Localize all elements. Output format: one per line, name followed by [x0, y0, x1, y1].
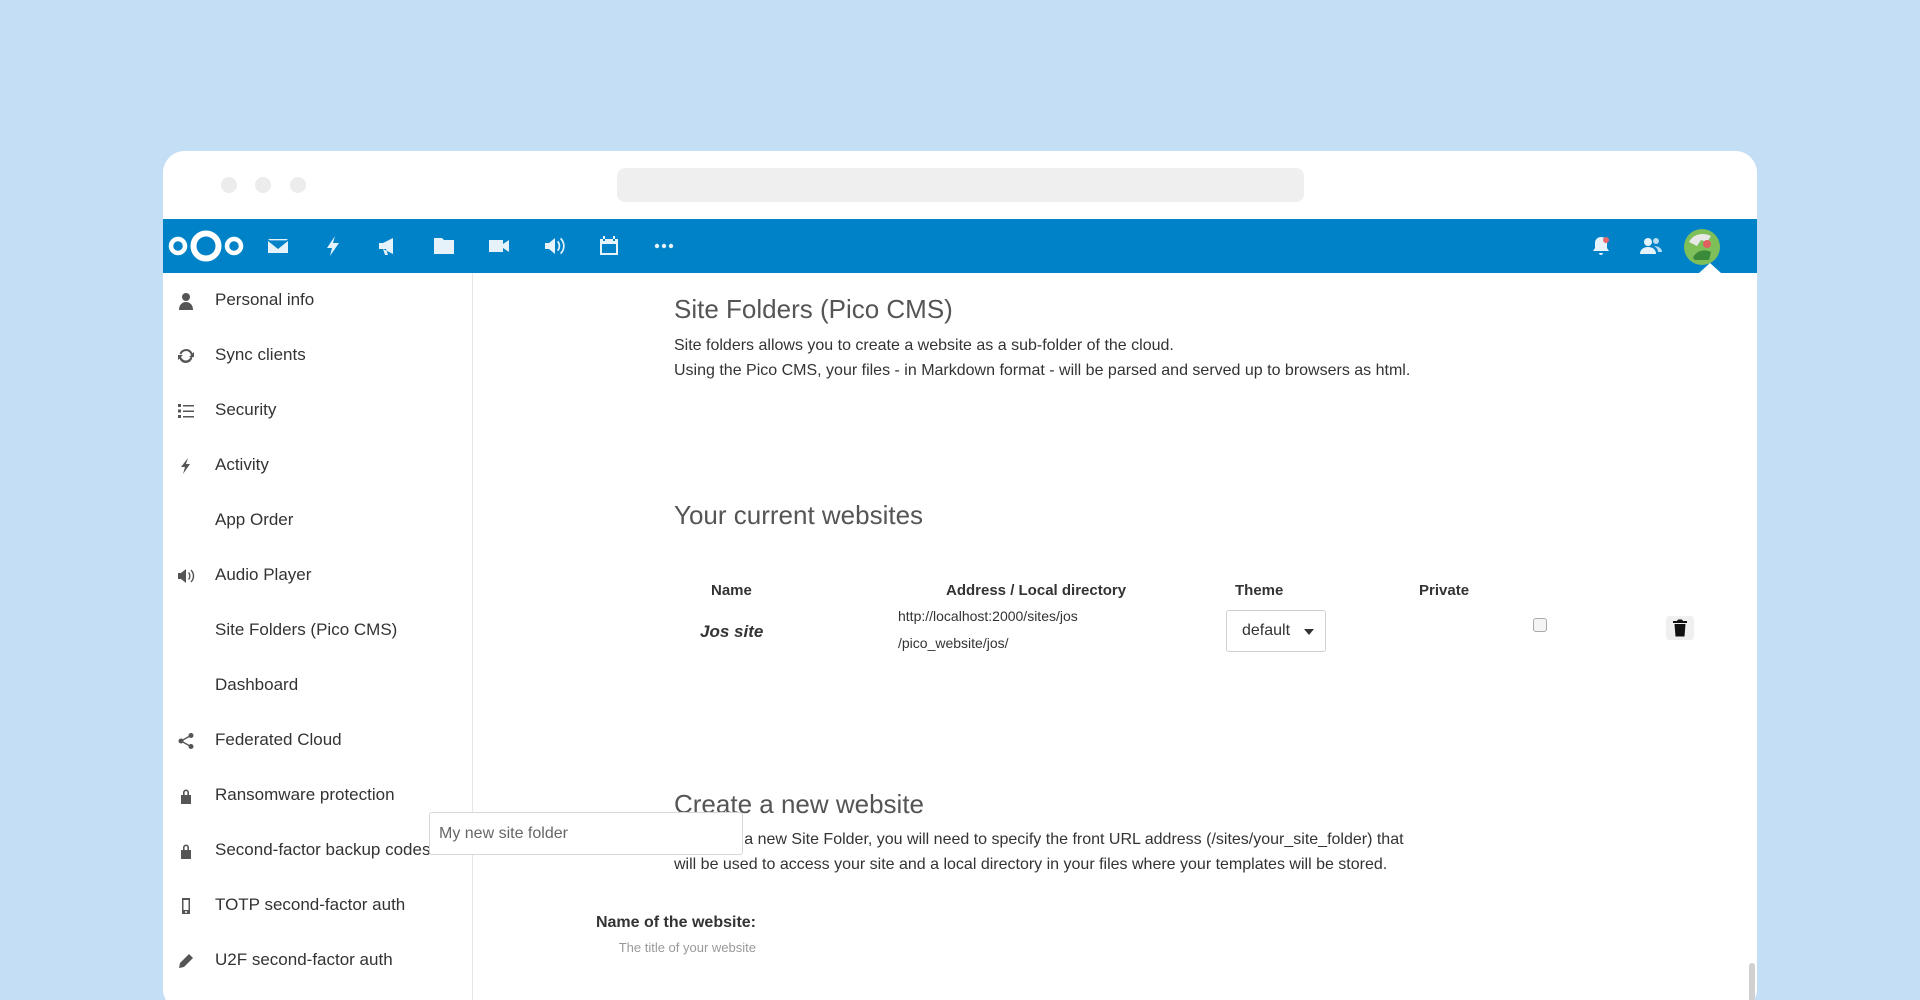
- intro-text-line-1: Site folders allows you to create a webs…: [674, 337, 1174, 354]
- private-checkbox[interactable]: [1533, 618, 1547, 632]
- lock-icon: [177, 842, 195, 860]
- sidebar-item-u2f-second-factor-auth[interactable]: U2F second-factor auth: [163, 933, 472, 988]
- sidebar-item-federated-cloud[interactable]: Federated Cloud: [163, 713, 472, 768]
- lightning-icon: [177, 457, 195, 475]
- section-title-current-websites: Your current websites: [674, 500, 924, 530]
- sidebar-item-label: App Order: [215, 510, 294, 529]
- sidebar-item-label: U2F second-factor auth: [215, 950, 393, 969]
- sidebar-item-personal-info[interactable]: Personal info: [163, 273, 472, 328]
- theme-select[interactable]: default: [1226, 610, 1326, 652]
- column-header-address: Address / Local directory: [946, 582, 1127, 599]
- sidebar-item-audio-player[interactable]: Audio Player: [163, 548, 472, 603]
- site-name[interactable]: Jos site: [700, 622, 763, 642]
- sidebar-item-security[interactable]: Security: [163, 383, 472, 438]
- sidebar-item-label: Second-factor backup codes: [215, 840, 431, 859]
- speaker-icon[interactable]: [541, 233, 567, 259]
- avatar[interactable]: [1683, 228, 1721, 266]
- main-content: Site Folders (Pico CMS) Site folders all…: [429, 273, 1757, 1000]
- folder-icon[interactable]: [431, 233, 457, 259]
- create-text-line-1: To create a new Site Folder, you will ne…: [674, 831, 1404, 848]
- delete-site-button[interactable]: [1666, 616, 1694, 640]
- sidebar-item-ransomware-protection[interactable]: Ransomware protection: [163, 768, 472, 823]
- address-bar[interactable]: [617, 168, 1304, 202]
- chevron-down-icon: [1304, 629, 1314, 635]
- bell-icon[interactable]: [1588, 233, 1614, 259]
- contacts-icon[interactable]: [1638, 233, 1664, 259]
- site-address-line-1: http://localhost:2000/sites/jos: [898, 608, 1078, 624]
- speaker-icon: [177, 567, 195, 585]
- window-maximize-dot[interactable]: [290, 177, 306, 193]
- browser-window: Personal info Sync clients Security Acti…: [163, 151, 1757, 1000]
- column-header-private: Private: [1419, 582, 1470, 599]
- phone-icon: [177, 897, 195, 915]
- more-icon[interactable]: [651, 233, 677, 259]
- sync-icon: [177, 347, 195, 365]
- window-close-dot[interactable]: [221, 177, 237, 193]
- share-icon: [177, 732, 195, 750]
- video-icon[interactable]: [486, 233, 512, 259]
- scrollbar[interactable]: [1749, 963, 1755, 1000]
- top-navigation-bar: [163, 219, 1757, 273]
- sidebar-item-label: TOTP second-factor auth: [215, 895, 406, 914]
- sidebar-item-second-factor-backup-codes[interactable]: Second-factor backup codes: [163, 823, 472, 878]
- site-address[interactable]: http://localhost:2000/sites/jos /pico_we…: [898, 603, 1078, 657]
- column-header-theme: Theme: [1235, 582, 1284, 599]
- pencil-icon: [177, 952, 195, 970]
- calendar-icon[interactable]: [596, 233, 622, 259]
- nextcloud-logo[interactable]: [167, 228, 245, 264]
- menu-pointer-caret: [1699, 263, 1721, 273]
- lock-icon: [177, 787, 195, 805]
- sidebar-item-label: Activity: [215, 455, 269, 474]
- website-name-hint: The title of your website: [618, 940, 756, 955]
- section-title-site-folders: Site Folders (Pico CMS): [674, 294, 953, 324]
- theme-select-value: default: [1242, 622, 1291, 639]
- sidebar-item-label: Site Folders (Pico CMS): [215, 620, 398, 639]
- sidebar-item-label: Federated Cloud: [215, 730, 342, 749]
- website-name-label: Name of the website:: [595, 914, 756, 931]
- website-name-input[interactable]: [429, 812, 743, 855]
- trash-icon: [1673, 619, 1687, 637]
- sidebar-item-label: Personal info: [215, 290, 315, 309]
- column-header-name: Name: [711, 582, 752, 599]
- lightning-icon[interactable]: [320, 233, 346, 259]
- browser-chrome: [163, 151, 1757, 219]
- sidebar-item-site-folders[interactable]: Site Folders (Pico CMS): [163, 603, 472, 658]
- sidebar-item-app-order[interactable]: App Order: [163, 493, 472, 548]
- site-address-line-2: /pico_website/jos/: [898, 635, 1009, 651]
- sidebar-item-label: Audio Player: [215, 565, 312, 584]
- intro-text-line-2: Using the Pico CMS, your files - in Mark…: [674, 362, 1411, 379]
- sidebar-item-dashboard[interactable]: Dashboard: [163, 658, 472, 713]
- mail-icon[interactable]: [265, 233, 291, 259]
- sidebar-item-totp-second-factor-auth[interactable]: TOTP second-factor auth: [163, 878, 472, 933]
- sidebar-item-label: Sync clients: [215, 345, 306, 364]
- megaphone-icon[interactable]: [375, 233, 401, 259]
- sidebar-item-sync-clients[interactable]: Sync clients: [163, 328, 472, 383]
- sidebar-item-activity[interactable]: Activity: [163, 438, 472, 493]
- person-icon: [177, 292, 195, 310]
- sidebar-item-label: Dashboard: [215, 675, 299, 694]
- settings-sidebar: Personal info Sync clients Security Acti…: [163, 273, 473, 1000]
- window-minimize-dot[interactable]: [255, 177, 271, 193]
- list-icon: [177, 402, 195, 420]
- create-text-line-2: will be used to access your site and a l…: [674, 856, 1388, 873]
- sidebar-item-label: Ransomware protection: [215, 785, 395, 804]
- sidebar-item-label: Security: [215, 400, 277, 419]
